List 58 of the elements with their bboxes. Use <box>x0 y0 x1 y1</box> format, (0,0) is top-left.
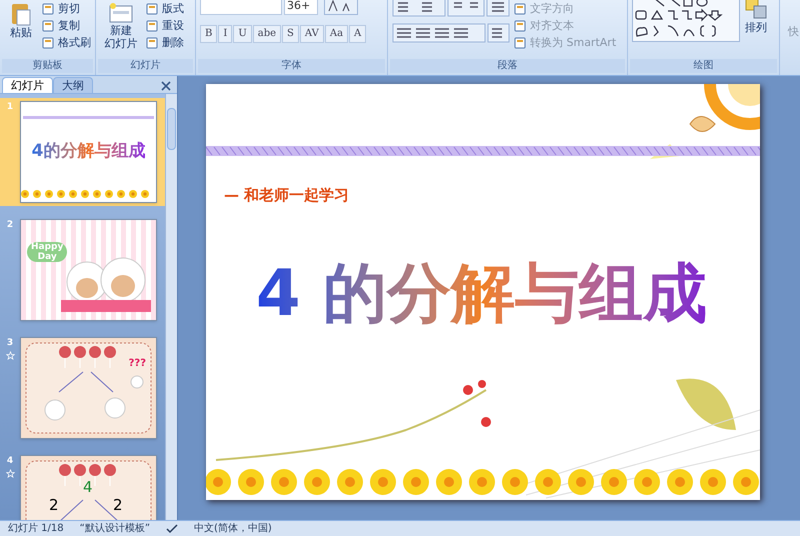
command-icon <box>514 3 526 15</box>
command-icon <box>42 20 54 32</box>
slide-thumbnail[interactable]: ??? <box>20 337 157 439</box>
ribbon-button[interactable]: 剪切 <box>42 2 91 16</box>
ribbon-button[interactable]: 重设 <box>146 19 184 33</box>
clipboard-icon <box>9 2 33 26</box>
command-icon <box>42 37 54 49</box>
format-button[interactable]: AV <box>300 25 324 43</box>
command-icon <box>146 37 158 49</box>
group-label: 幻灯片 <box>98 59 193 73</box>
group-label: 段落 <box>390 59 625 73</box>
format-button[interactable]: B <box>200 25 218 43</box>
group-label: 绘图 <box>630 59 777 73</box>
theme-name: “默认设计模板” <box>80 522 150 536</box>
ribbon-button[interactable]: 格式刷 <box>42 36 91 50</box>
paste-button[interactable]: 粘贴 <box>4 0 38 59</box>
number-label: 2 <box>113 496 123 514</box>
command-icon <box>146 3 158 15</box>
slide-number: 4 <box>6 455 14 468</box>
ribbon-button[interactable]: 复制 <box>42 19 91 33</box>
group-label: 字体 <box>198 59 385 73</box>
arrange-icon <box>744 0 768 20</box>
slide-counter: 幻灯片 1/18 <box>8 522 64 536</box>
ribbon-button[interactable]: 删除 <box>146 36 184 50</box>
language-indicator[interactable]: 中文(简体，中国) <box>194 522 272 536</box>
command-icon <box>42 3 54 15</box>
number-label: 2 <box>49 496 59 514</box>
slide-thumbnail[interactable]: 4 2 2 <box>20 455 157 520</box>
panel-tab[interactable]: 幻灯片 <box>2 77 53 93</box>
slide-number: 3 <box>6 337 14 350</box>
format-button[interactable]: U <box>233 25 252 43</box>
format-button[interactable]: I <box>218 25 232 43</box>
subtitle: — 和老师一起学习 <box>224 185 350 206</box>
number-label: 4 <box>83 477 93 498</box>
scrollbar-thumb[interactable] <box>167 108 176 150</box>
command-icon <box>514 20 526 32</box>
slide-number: 2 <box>6 219 14 232</box>
slide-thumbnail[interactable]: 4的分解与组成 <box>20 101 157 203</box>
slide-icon <box>108 2 134 24</box>
command-icon <box>514 37 526 49</box>
format-button[interactable]: abe <box>252 25 282 43</box>
slide-number: 1 <box>6 101 14 114</box>
format-button[interactable]: S <box>282 25 299 43</box>
arrange-button[interactable]: 排列 <box>744 0 768 59</box>
spell-check-icon[interactable] <box>166 524 178 534</box>
scrollbar[interactable] <box>165 94 177 520</box>
format-button[interactable]: Aa <box>324 25 348 43</box>
ribbon-button[interactable]: 版式 <box>146 2 184 16</box>
command-icon <box>146 20 158 32</box>
question-marks: ??? <box>128 357 146 371</box>
group-label: 剪贴板 <box>2 59 93 73</box>
close-icon[interactable] <box>161 81 171 91</box>
font-name-field[interactable] <box>200 0 282 15</box>
panel-tab[interactable]: 大纲 <box>53 77 93 93</box>
font-size-field[interactable]: 36+ <box>284 0 318 15</box>
format-button[interactable]: A <box>349 25 366 43</box>
new-slide-button[interactable]: 新建 幻灯片 <box>100 0 142 59</box>
happy-day-sticker: Happy Day <box>27 242 68 262</box>
